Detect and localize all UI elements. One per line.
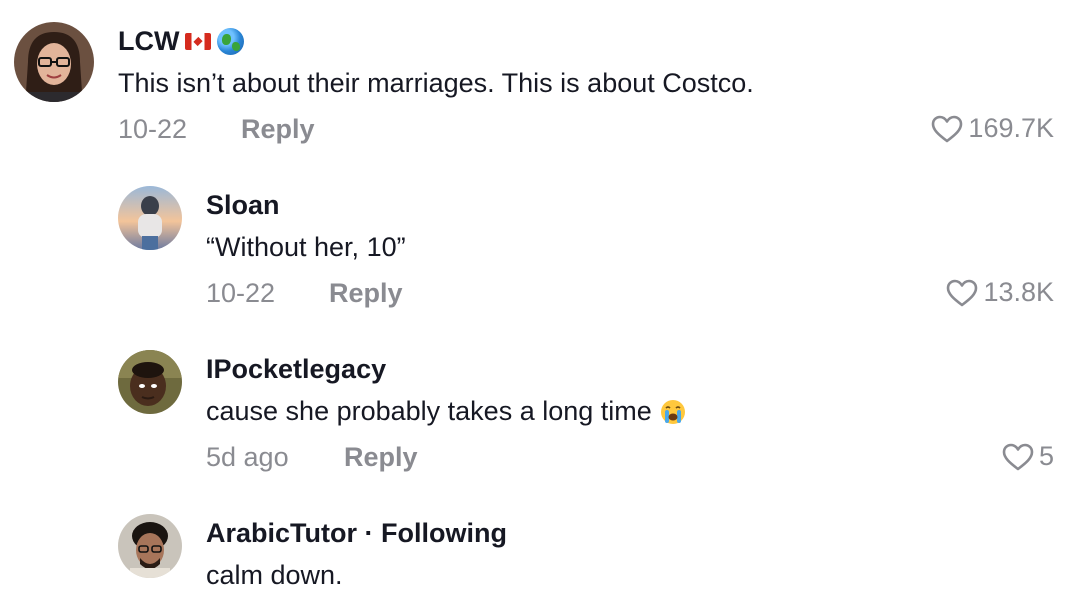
username-text: ArabicTutor · Following [206,518,507,548]
loudly-crying-face-icon [660,399,686,425]
like-count: 13.8K [983,277,1054,307]
like-count: 5 [1038,441,1054,471]
heart-icon [930,114,964,144]
like-button[interactable]: 5 [1001,441,1054,472]
username[interactable]: Sloan [206,190,280,221]
username[interactable]: IPocketlegacy [206,354,386,385]
reply-button[interactable]: Reply [329,278,403,309]
comment-text-content: cause she probably takes a long time [206,396,652,426]
globe-icon [217,28,245,55]
comment-text-content: calm down. [206,560,343,590]
heart-icon [945,278,979,308]
comment-text-content: “Without her, 10” [206,232,406,262]
comment-date: 5d ago [206,442,289,472]
username[interactable]: LCW [118,26,245,57]
reply-button[interactable]: Reply [344,442,418,473]
comment-date: 10-22 [206,278,276,308]
username-text: LCW [118,26,180,56]
like-button[interactable]: 13.8K [945,277,1054,308]
comment-text: This isn’t about their marriages. This i… [118,68,754,99]
reply-item: Sloan “Without her, 10” 10-22 Reply 13.8… [0,160,1076,325]
avatar[interactable] [118,350,182,414]
reply-item: IPocketlegacy cause she probably takes a… [0,325,1076,490]
avatar[interactable] [118,186,182,250]
username-text: Sloan [206,190,280,220]
heart-icon [1001,442,1035,472]
reply-item: ArabicTutor · Following calm down. [0,490,1076,600]
comment-date: 10-22 [118,114,188,144]
username[interactable]: ArabicTutor · Following [206,518,507,549]
like-count: 169.7K [968,113,1054,143]
comment-text: calm down. [206,560,343,591]
avatar[interactable] [118,514,182,578]
username-text: IPocketlegacy [206,354,387,384]
avatar[interactable] [14,22,94,102]
like-button[interactable]: 169.7K [930,113,1054,144]
comment-text: cause she probably takes a long time [206,396,686,427]
reply-button[interactable]: Reply [241,114,315,145]
comment-item: LCW This isn’t about their marriages. Th… [0,0,1076,160]
comment-text: “Without her, 10” [206,232,406,263]
comment-text-content: This isn’t about their marriages. This i… [118,68,754,98]
canada-flag-icon [185,33,212,50]
